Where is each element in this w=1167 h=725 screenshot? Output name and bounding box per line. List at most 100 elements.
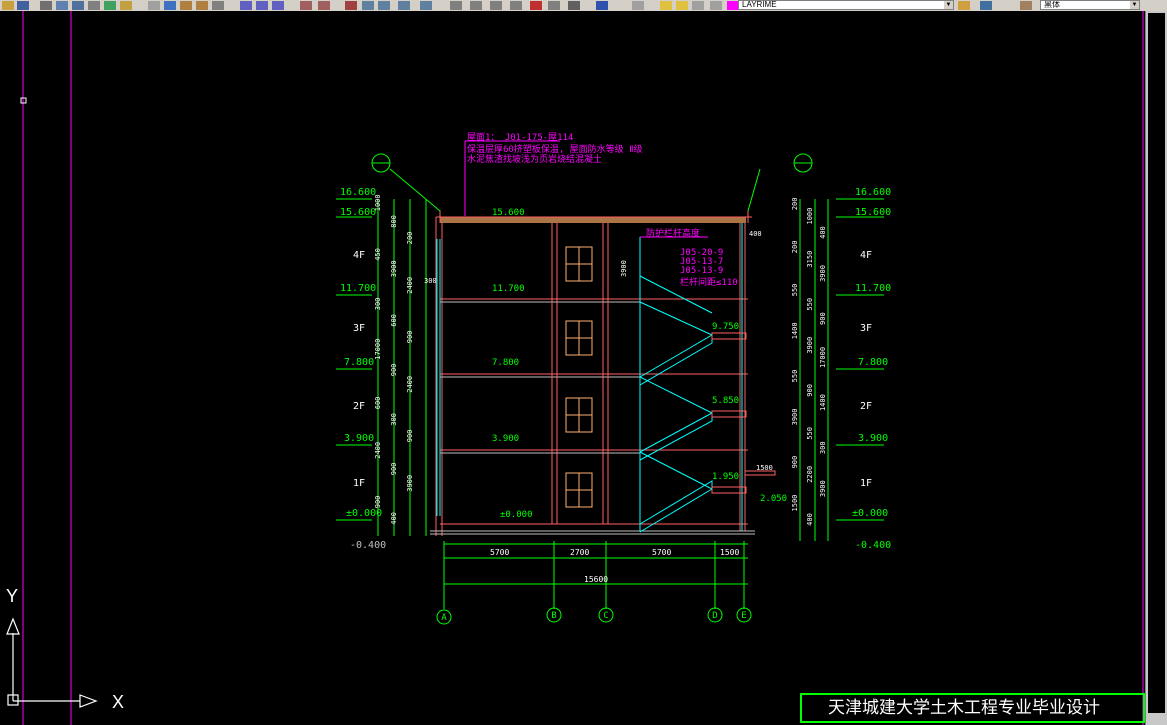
layer-dropdown[interactable]: LAYRIME ▼	[738, 0, 954, 10]
layer-previous-icon[interactable]	[980, 1, 992, 10]
undo-icon[interactable]	[180, 1, 192, 10]
floor-4f-left: 4F	[353, 250, 365, 261]
font-name: 黑体	[1044, 0, 1060, 9]
left-dim-text: 2400	[406, 376, 414, 393]
tag-left-11700: 11.700	[340, 283, 376, 294]
floor-2f-right: 2F	[860, 401, 872, 412]
tag-left-15600: 15.600	[340, 207, 376, 218]
tag-left-m0400: -0.400	[350, 540, 386, 551]
left-dim-text: 3900	[406, 475, 414, 492]
level-3900: 3.900	[492, 434, 519, 444]
help-icon[interactable]	[596, 1, 608, 10]
right-dim-text: 1400	[791, 322, 799, 339]
right-dim-text: 550	[791, 284, 799, 297]
print-icon[interactable]	[40, 1, 52, 10]
tag-right-16600: 16.600	[855, 187, 891, 198]
right-dim-text: 300	[819, 441, 827, 454]
open-icon[interactable]	[2, 1, 14, 10]
layer-freeze-icon[interactable]	[676, 1, 688, 10]
left-dim-text: 3900	[390, 260, 398, 277]
left-dim-text: 200	[406, 232, 414, 245]
left-dim-text: 800	[390, 215, 398, 228]
ucs-y-label: Y	[6, 586, 19, 606]
right-dim-text: 3150	[806, 251, 814, 268]
tag-right-0000: ±0.000	[852, 508, 888, 519]
sheetset-icon[interactable]	[450, 1, 462, 10]
block-icon[interactable]	[164, 1, 176, 10]
zoom-realtime-icon[interactable]	[240, 1, 252, 10]
left-dim-text: 1000	[374, 194, 382, 211]
right-dim-text: 900	[819, 312, 827, 325]
zoom-all-icon[interactable]	[420, 1, 432, 10]
dbconnect-icon[interactable]	[510, 1, 522, 10]
left-dim-text: 900	[406, 430, 414, 443]
right-dim-text: 900	[791, 456, 799, 469]
title-block: 天津城建大学土木工程专业毕业设计	[800, 693, 1145, 723]
vertical-scrollbar[interactable]	[1145, 11, 1167, 725]
span-d-e: 1500	[720, 548, 739, 557]
left-dim-text: 400	[390, 512, 398, 525]
make-current-layer-icon[interactable]	[958, 1, 970, 10]
layer-name: LAYRIME	[742, 0, 777, 9]
zoom-previous-icon[interactable]	[272, 1, 284, 10]
floor-1f-right: 1F	[860, 478, 872, 489]
layer-on-icon[interactable]	[660, 1, 672, 10]
save-icon[interactable]	[17, 1, 29, 10]
floor-1f-left: 1F	[353, 478, 365, 489]
properties-icon[interactable]	[300, 1, 312, 10]
drawing-canvas[interactable]: 防护栏杆高度 J05-20-9 J05-13-7 J05-13-9 栏杆间距≤1…	[0, 11, 1145, 725]
left-dim-text: 900	[390, 463, 398, 476]
stair-note: 防护栏杆高度	[646, 227, 700, 239]
zoom-window-icon[interactable]	[256, 1, 268, 10]
markup-set-icon[interactable]	[530, 1, 542, 10]
publish-icon[interactable]	[72, 1, 84, 10]
quickcalc-icon[interactable]	[548, 1, 560, 10]
left-dim-text: 300	[374, 298, 382, 311]
layer-plot-icon[interactable]	[710, 1, 722, 10]
tag-left-0000: ±0.000	[346, 508, 382, 519]
toolpalette-icon[interactable]	[345, 1, 357, 10]
axis-label-c: C	[603, 611, 608, 621]
floor-3f-right: 3F	[860, 323, 872, 334]
pan-icon[interactable]	[212, 1, 224, 10]
tag-right-15600: 15.600	[855, 207, 891, 218]
calc-icon[interactable]	[490, 1, 502, 10]
roof-note-3: 水泥焦渣找坡浅为页岩烧结混凝土	[467, 153, 602, 165]
tag-right-7800: 7.800	[858, 357, 888, 368]
tag-right-3900: 3.900	[858, 433, 888, 444]
misc-dim-1: 3900	[620, 260, 628, 277]
right-dim-text: 550	[806, 298, 814, 311]
left-dim-text: 600	[390, 314, 398, 327]
text-style-icon[interactable]	[1020, 1, 1032, 10]
zoom-out-icon[interactable]	[378, 1, 390, 10]
right-dim-text: 3900	[791, 409, 799, 426]
right-dim-text: 2200	[806, 466, 814, 483]
chevron-down-icon: ▼	[1130, 1, 1139, 9]
floor-4f-right: 4F	[860, 250, 872, 261]
right-dim-text: 200	[791, 241, 799, 254]
zoom-extents-icon[interactable]	[398, 1, 410, 10]
right-dim-text: 400	[819, 226, 827, 239]
cut-icon[interactable]	[88, 1, 100, 10]
redo-icon[interactable]	[196, 1, 208, 10]
preview-icon[interactable]	[56, 1, 68, 10]
markup-icon[interactable]	[470, 1, 482, 10]
stair-ref-3: J05-13-9	[680, 266, 723, 276]
table-icon[interactable]	[568, 1, 580, 10]
axis-label-e: E	[741, 611, 746, 621]
left-dim-text: 2400	[374, 442, 382, 459]
zoom-in-icon[interactable]	[362, 1, 374, 10]
matchprop-icon[interactable]	[148, 1, 160, 10]
designcenter-icon[interactable]	[318, 1, 330, 10]
landing-5850: 5.850	[712, 396, 739, 406]
scrollbar-track	[1148, 13, 1165, 713]
font-dropdown[interactable]: 黑体 ▼	[1040, 0, 1140, 10]
misc-dim-4: 300	[424, 277, 437, 285]
right-dim-text: 550	[806, 427, 814, 440]
title-block-text: 天津城建大学土木工程专业毕业设计	[828, 698, 1100, 718]
copy-icon[interactable]	[104, 1, 116, 10]
layer-manager-icon[interactable]	[632, 1, 644, 10]
layer-lock-icon[interactable]	[692, 1, 704, 10]
paste-icon[interactable]	[120, 1, 132, 10]
misc-dim-2: 1500	[756, 464, 773, 472]
